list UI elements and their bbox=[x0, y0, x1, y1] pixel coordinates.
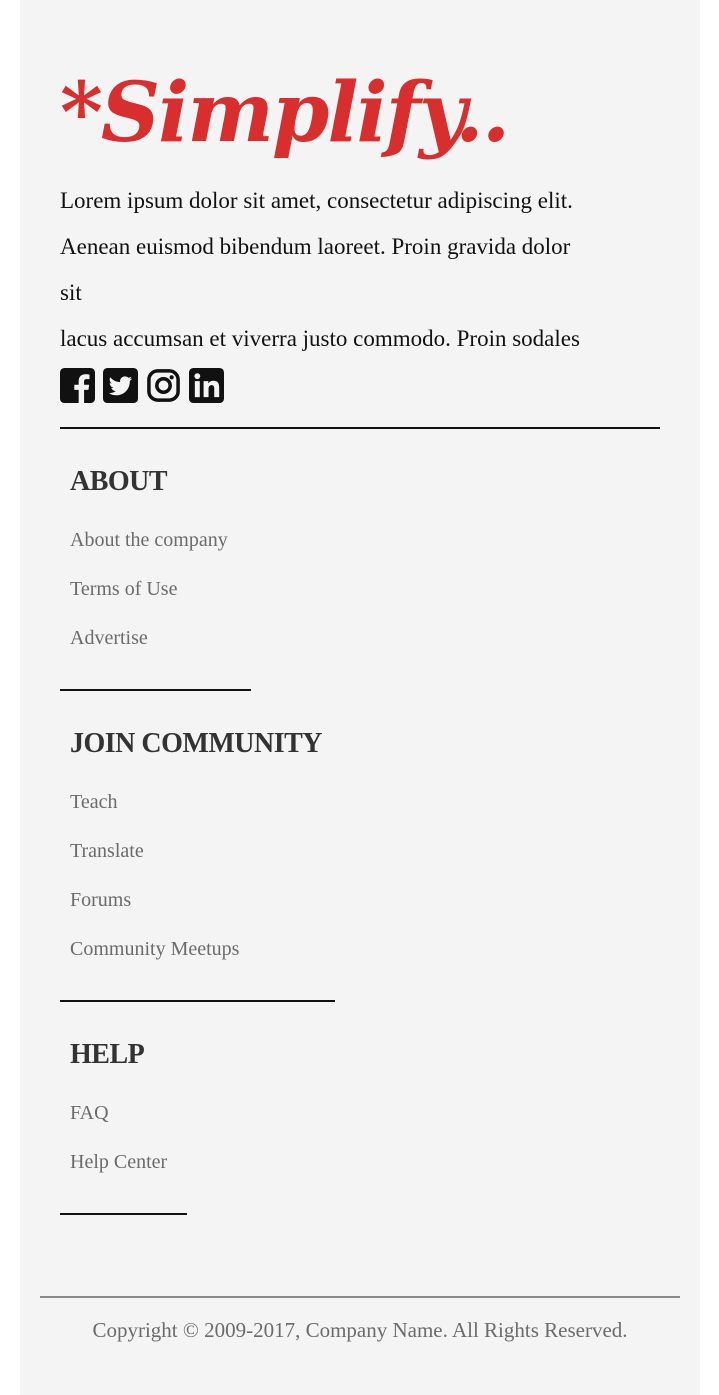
linkedin-icon[interactable] bbox=[189, 368, 224, 403]
list-item: FAQ bbox=[70, 1089, 167, 1138]
section-title-about: ABOUT bbox=[70, 466, 168, 497]
link-teach[interactable]: Teach bbox=[70, 791, 117, 813]
divider bbox=[60, 689, 251, 691]
list-item: Forums bbox=[70, 876, 239, 925]
list-item: Teach bbox=[70, 778, 239, 827]
list-item: Help Center bbox=[70, 1138, 167, 1187]
link-help-center[interactable]: Help Center bbox=[70, 1151, 167, 1173]
section-title-help: HELP bbox=[70, 1039, 145, 1070]
social-links bbox=[60, 368, 680, 403]
instagram-icon[interactable] bbox=[146, 368, 181, 403]
list-item: Community Meetups bbox=[70, 925, 239, 974]
brand-description: Lorem ipsum dolor sit amet, consectetur … bbox=[60, 178, 680, 362]
link-about-company[interactable]: About the company bbox=[70, 529, 228, 551]
description-line: Lorem ipsum dolor sit amet, consectetur … bbox=[60, 188, 573, 213]
list-item: Translate bbox=[70, 827, 239, 876]
divider bbox=[60, 1213, 187, 1215]
community-links: Teach Translate Forums Community Meetups bbox=[70, 778, 239, 974]
divider bbox=[60, 427, 660, 429]
list-item: About the company bbox=[70, 516, 228, 565]
twitter-icon[interactable] bbox=[103, 368, 138, 403]
about-links: About the company Terms of Use Advertise bbox=[70, 516, 228, 663]
link-advertise[interactable]: Advertise bbox=[70, 627, 148, 649]
description-line: Aenean euismod bibendum laoreet. Proin g… bbox=[60, 234, 571, 259]
list-item: Terms of Use bbox=[70, 565, 228, 614]
description-line: lacus accumsan et viverra justo commodo.… bbox=[60, 326, 580, 351]
copyright-divider bbox=[40, 1296, 680, 1298]
help-links: FAQ Help Center bbox=[70, 1089, 167, 1187]
link-terms-of-use[interactable]: Terms of Use bbox=[70, 578, 177, 600]
site-footer: *Simplify.. Lorem ipsum dolor sit amet, … bbox=[20, 0, 700, 1395]
logo[interactable]: *Simplify.. bbox=[60, 48, 680, 178]
list-item: Advertise bbox=[70, 614, 228, 663]
link-translate[interactable]: Translate bbox=[70, 840, 144, 862]
section-title-join-community: JOIN COMMUNITY bbox=[70, 728, 323, 759]
copyright-text: Copyright © 2009-2017, Company Name. All… bbox=[92, 1318, 628, 1342]
divider bbox=[60, 1000, 335, 1002]
link-forums[interactable]: Forums bbox=[70, 889, 131, 911]
link-faq[interactable]: FAQ bbox=[70, 1102, 109, 1124]
brand-block: *Simplify.. Lorem ipsum dolor sit amet, … bbox=[60, 48, 680, 403]
link-community-meetups[interactable]: Community Meetups bbox=[70, 938, 239, 960]
description-line: sit bbox=[60, 280, 82, 305]
facebook-icon[interactable] bbox=[60, 368, 95, 403]
